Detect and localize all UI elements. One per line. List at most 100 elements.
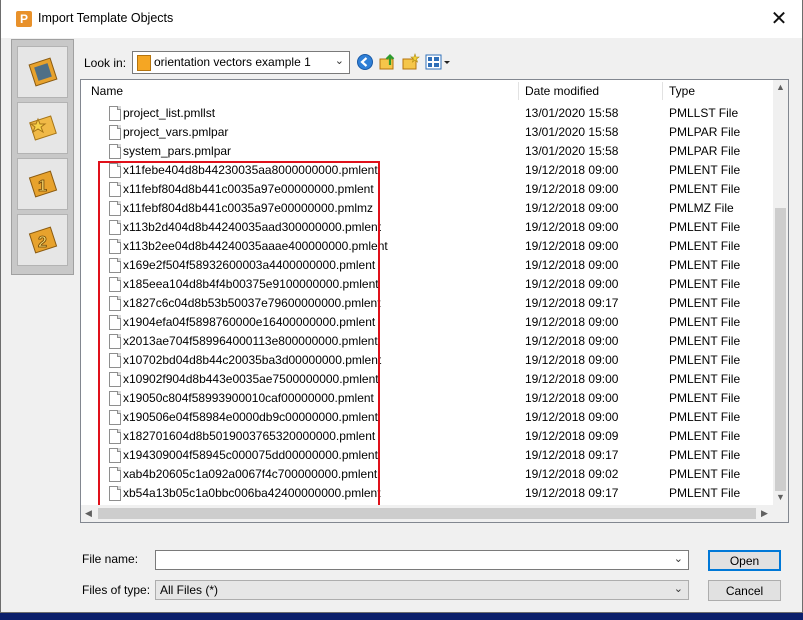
filename-label: File name: xyxy=(82,552,139,566)
filetype-value: All Files (*) xyxy=(160,583,219,597)
view-menu-button[interactable] xyxy=(424,52,452,72)
file-date: 13/01/2020 15:58 xyxy=(525,144,619,158)
file-type: PMLENT File xyxy=(669,391,741,405)
file-type: PMLENT File xyxy=(669,258,741,272)
file-name: project_vars.pmlpar xyxy=(123,125,229,139)
file-type: PMLENT File xyxy=(669,410,741,424)
file-date: 19/12/2018 09:00 xyxy=(525,258,619,272)
new-folder-button[interactable] xyxy=(401,52,421,72)
cancel-button[interactable]: Cancel xyxy=(708,580,781,601)
file-row[interactable]: project_list.pmllst 13/01/2020 15:58 PMLLS… xyxy=(81,104,771,123)
close-button[interactable]: ✕ xyxy=(761,3,797,35)
file-type: PMLENT File xyxy=(669,448,741,462)
file-row[interactable]: system_pars.pmlpar 13/01/2020 15:58 PMLPAR… xyxy=(81,142,771,161)
file-type: PMLPAR File xyxy=(669,144,741,158)
file-date: 19/12/2018 09:00 xyxy=(525,372,619,386)
filetype-label: Files of type: xyxy=(82,583,151,597)
scroll-corner xyxy=(773,505,788,522)
svg-text:1: 1 xyxy=(38,178,47,195)
chevron-down-icon[interactable]: ⌄ xyxy=(674,552,683,565)
file-icon xyxy=(109,144,121,159)
folder-icon xyxy=(137,55,151,71)
sort-ascending-icon: ⌃ xyxy=(294,79,303,87)
location-1-icon: 1 xyxy=(28,170,58,198)
file-date: 19/12/2018 09:00 xyxy=(525,239,619,253)
lookin-value: orientation vectors example 1 xyxy=(154,55,311,69)
scroll-left-icon[interactable]: ◀ xyxy=(85,508,92,519)
file-date: 19/12/2018 09:17 xyxy=(525,486,619,500)
file-name: project_list.pmllst xyxy=(123,106,216,120)
file-name: system_pars.pmlpar xyxy=(123,144,232,158)
place-recent-button[interactable] xyxy=(17,46,68,98)
filetype-select[interactable]: All Files (*) ⌄ xyxy=(155,580,689,600)
column-divider[interactable] xyxy=(518,82,519,100)
file-date: 19/12/2018 09:00 xyxy=(525,220,619,234)
svg-text:2: 2 xyxy=(38,234,47,251)
file-date: 19/12/2018 09:17 xyxy=(525,296,619,310)
file-type: PMLENT File xyxy=(669,220,741,234)
file-type: PMLENT File xyxy=(669,277,741,291)
file-date: 19/12/2018 09:09 xyxy=(525,429,619,443)
import-dialog: P Import Template Objects ✕ 1 2 Look in:… xyxy=(0,0,803,613)
place-favorites-button[interactable] xyxy=(17,102,68,154)
file-date: 13/01/2020 15:58 xyxy=(525,106,619,120)
file-type: PMLENT File xyxy=(669,163,741,177)
column-header-type[interactable]: Type xyxy=(669,80,695,102)
place-location1-button[interactable]: 1 xyxy=(17,158,68,210)
favorites-icon xyxy=(29,115,57,141)
file-date: 19/12/2018 09:02 xyxy=(525,467,619,481)
file-type: PMLENT File xyxy=(669,353,741,367)
column-header-name[interactable]: Name xyxy=(91,80,123,102)
scroll-up-icon[interactable]: ▲ xyxy=(773,82,788,92)
file-type: PMLPAR File xyxy=(669,125,741,139)
file-type: PMLENT File xyxy=(669,486,741,500)
file-date: 19/12/2018 09:00 xyxy=(525,334,619,348)
file-icon xyxy=(109,125,121,140)
file-date: 19/12/2018 09:00 xyxy=(525,163,619,177)
file-type: PMLENT File xyxy=(669,239,741,253)
chevron-down-icon: ⌄ xyxy=(673,583,683,595)
recent-places-icon xyxy=(28,57,58,87)
vertical-scrollbar[interactable]: ▲ ▼ xyxy=(773,80,788,505)
lookin-label: Look in: xyxy=(84,56,127,70)
file-date: 19/12/2018 09:00 xyxy=(525,182,619,196)
file-row[interactable]: project_vars.pmlpar 13/01/2020 15:58 PMLPA… xyxy=(81,123,771,142)
file-date: 19/12/2018 09:00 xyxy=(525,201,619,215)
window-title: Import Template Objects xyxy=(38,11,174,25)
filename-input[interactable]: ⌄ xyxy=(155,550,689,570)
vertical-scroll-thumb[interactable] xyxy=(775,208,786,491)
file-list[interactable]: Name ⌃ Date modified Type project_list.p… xyxy=(80,79,789,523)
column-divider[interactable] xyxy=(662,82,663,100)
up-folder-button[interactable] xyxy=(378,52,398,72)
chevron-down-icon: ⌄ xyxy=(334,55,344,67)
back-button[interactable] xyxy=(355,52,375,72)
lookin-dropdown[interactable]: orientation vectors example 1 ⌄ xyxy=(132,51,350,74)
scroll-down-icon[interactable]: ▼ xyxy=(773,492,788,502)
file-type: PMLENT File xyxy=(669,182,741,196)
file-date: 19/12/2018 09:17 xyxy=(525,448,619,462)
highlight-annotation xyxy=(98,161,380,521)
horizontal-scroll-thumb[interactable] xyxy=(98,508,756,519)
file-type: PMLENT File xyxy=(669,296,741,310)
file-type: PMLMZ File xyxy=(669,201,734,215)
horizontal-scrollbar[interactable]: ◀ ▶ xyxy=(81,505,773,522)
location-2-icon: 2 xyxy=(28,226,58,254)
open-button[interactable]: Open xyxy=(708,550,781,571)
places-bar: 1 2 xyxy=(11,39,74,275)
file-date: 19/12/2018 09:00 xyxy=(525,410,619,424)
column-header-date[interactable]: Date modified xyxy=(525,80,599,102)
file-type: PMLENT File xyxy=(669,467,741,481)
file-icon xyxy=(109,106,121,121)
file-date: 13/01/2020 15:58 xyxy=(525,125,619,139)
app-logo-icon: P xyxy=(16,11,32,27)
file-date: 19/12/2018 09:00 xyxy=(525,315,619,329)
file-date: 19/12/2018 09:00 xyxy=(525,353,619,367)
file-type: PMLENT File xyxy=(669,334,741,348)
file-type: PMLENT File xyxy=(669,315,741,329)
title-bar: P Import Template Objects ✕ xyxy=(1,0,802,38)
file-date: 19/12/2018 09:00 xyxy=(525,277,619,291)
file-type: PMLLST File xyxy=(669,106,739,120)
file-date: 19/12/2018 09:00 xyxy=(525,391,619,405)
scroll-right-icon[interactable]: ▶ xyxy=(761,508,768,519)
place-location2-button[interactable]: 2 xyxy=(17,214,68,266)
